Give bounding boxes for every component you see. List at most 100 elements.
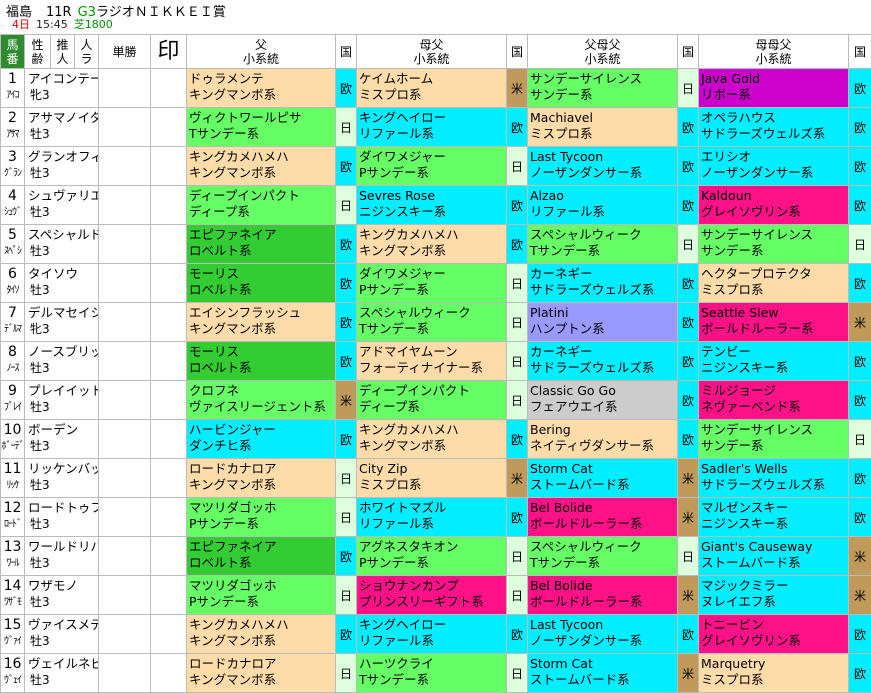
table-row[interactable]: 7 ﾃﾞﾙﾏ デルマセイシ 牝3 エイシンフラッシュ キングマンボ系欧 スペシャ… <box>1 303 871 342</box>
mark-cell[interactable] <box>151 225 187 264</box>
col-ninki[interactable]: 人ラ <box>75 35 99 69</box>
col-tansho[interactable]: 単勝 <box>99 35 151 69</box>
tansho-cell <box>99 186 151 225</box>
horse-abbr: ﾎﾞｰﾃﾞ <box>1 441 24 453</box>
table-row[interactable]: 6 ﾀｲｿ タイソウ 牡3 モーリス ロベルト系欧 ダイワメジャー Pサンデー系… <box>1 264 871 303</box>
col-suisho[interactable]: 推人 <box>51 35 75 69</box>
mark-cell[interactable] <box>151 69 187 108</box>
table-row[interactable]: 15 ｳﾞｧｲ ヴァイスメテオール 牡3 キングカメハメハ キングマンボ系欧 キ… <box>1 615 871 654</box>
tansho-cell <box>99 264 151 303</box>
table-row[interactable]: 14 ﾜｻﾞﾓ ワザモノ 牡3 マツリダゴッホ Pサンデー系日 ショウナンカンプ… <box>1 576 871 615</box>
mark-cell[interactable] <box>151 108 187 147</box>
table-row[interactable]: 3 ｸﾞﾗﾝ グランオフィシエ 牡3 キングカメハメハ キングマンボ系欧 ダイワ… <box>1 147 871 186</box>
col-dam-sire[interactable]: 母父小系統 <box>357 35 507 69</box>
mark-cell[interactable] <box>151 186 187 225</box>
horse-name[interactable]: グランオフィシエ <box>28 149 98 165</box>
sire-of-dam-sire-cell: Bel Bolide ボールドルーラー系 <box>528 498 678 537</box>
horse-name-cell[interactable]: アサマノイタズラ 牡3 <box>25 108 99 147</box>
table-row[interactable]: 5 ｽﾍﾟｼ スペシャルドラマ 牡3 エピファネイア ロベルト系欧 キングカメハ… <box>1 225 871 264</box>
dam-dam-sire-country: 欧 <box>849 264 871 303</box>
horse-name-cell[interactable]: デルマセイシ 牝3 <box>25 303 99 342</box>
sire-of-dam-sire-country: 米 <box>678 576 699 615</box>
table-row[interactable]: 11 ﾘｯｹ リッケンバッカー 牡3 ロードカナロア キングマンボ系日 City… <box>1 459 871 498</box>
horse-name[interactable]: ボーデン <box>28 422 98 438</box>
horse-name-cell[interactable]: アイコンテーラー 牝3 <box>25 69 99 108</box>
table-row[interactable]: 12 ﾛｰﾄﾞ ロードトゥフェイム 牡3 マツリダゴッホ Pサンデー系日 ホワイ… <box>1 498 871 537</box>
sire-name: ヴィクトワールピサ <box>189 110 335 126</box>
col-sire-of-dam-sire[interactable]: 父母父小系統 <box>528 35 678 69</box>
horse-name-cell[interactable]: ヴェイルネビュラ 牡3 <box>25 654 99 693</box>
horse-name-cell[interactable]: ワザモノ 牡3 <box>25 576 99 615</box>
mark-cell[interactable] <box>151 537 187 576</box>
horse-name-cell[interactable]: プレイイットサム 牡3 <box>25 381 99 420</box>
horse-name[interactable]: ワールドリバイバル <box>28 539 98 555</box>
horse-number: 15 <box>1 617 24 633</box>
mark-cell[interactable] <box>151 459 187 498</box>
table-row[interactable]: 8 ﾉｰｽ ノースブリッジ 牡3 モーリス ロベルト系欧 アドマイヤムーン フォ… <box>1 342 871 381</box>
col-country-3[interactable]: 国 <box>678 35 699 69</box>
horse-name[interactable]: ワザモノ <box>28 578 98 594</box>
table-row[interactable]: 13 ﾜｰﾙ ワールドリバイバル 牡3 エピファネイア ロベルト系欧 アグネスタ… <box>1 537 871 576</box>
horse-name[interactable]: デルマセイシ <box>28 305 98 321</box>
mark-cell[interactable] <box>151 576 187 615</box>
table-row[interactable]: 16 ｳﾞｪｲ ヴェイルネビュラ 牡3 ロードカナロア キングマンボ系日 ハーツ… <box>1 654 871 693</box>
dam-sire-country: 欧 <box>507 420 528 459</box>
mark-cell[interactable] <box>151 264 187 303</box>
horse-name[interactable]: ヴァイスメテオール <box>28 617 98 633</box>
horse-name[interactable]: タイソウ <box>28 266 98 282</box>
mark-cell[interactable] <box>151 498 187 537</box>
sire-of-dam-sire-line: サドラーズウェルズ系 <box>530 282 677 298</box>
table-row[interactable]: 2 ｱｻﾏ アサマノイタズラ 牡3 ヴィクトワールピサ Tサンデー系日 キングヘ… <box>1 108 871 147</box>
horse-name[interactable]: アサマノイタズラ <box>28 110 98 126</box>
tansho-cell <box>99 381 151 420</box>
mark-cell[interactable] <box>151 615 187 654</box>
horse-name-cell[interactable]: ボーデン 牡3 <box>25 420 99 459</box>
sire-line: ロベルト系 <box>189 282 335 298</box>
sire-of-dam-sire-name: スペシャルウィーク <box>530 539 677 555</box>
mark-cell[interactable] <box>151 420 187 459</box>
dam-dam-sire-name: Seattle Slew <box>701 305 848 321</box>
horse-name-cell[interactable]: リッケンバッカー 牡3 <box>25 459 99 498</box>
mark-cell[interactable] <box>151 381 187 420</box>
horse-name-cell[interactable]: シュヴァリエローズ 牡3 <box>25 186 99 225</box>
col-dam-dam-sire[interactable]: 母母父小系統 <box>699 35 849 69</box>
col-mark[interactable]: 印 <box>151 35 187 69</box>
dam-dam-sire-country: 欧 <box>849 381 871 420</box>
tansho-cell <box>99 576 151 615</box>
table-row[interactable]: 10 ﾎﾞｰﾃﾞ ボーデン 牡3 ハービンジャー ダンチヒ系欧 キングカメハメハ… <box>1 420 871 459</box>
horse-name-cell[interactable]: ノースブリッジ 牡3 <box>25 342 99 381</box>
horse-name[interactable]: プレイイットサム <box>28 383 98 399</box>
mark-cell[interactable] <box>151 303 187 342</box>
horse-name[interactable]: ノースブリッジ <box>28 344 98 360</box>
mark-cell[interactable] <box>151 342 187 381</box>
horse-name[interactable]: シュヴァリエローズ <box>28 188 98 204</box>
horse-name-cell[interactable]: ワールドリバイバル 牡3 <box>25 537 99 576</box>
horse-name-cell[interactable]: スペシャルドラマ 牡3 <box>25 225 99 264</box>
mark-cell[interactable] <box>151 654 187 693</box>
horse-name[interactable]: アイコンテーラー <box>28 71 98 87</box>
col-country-4[interactable]: 国 <box>849 35 871 69</box>
horse-name[interactable]: ヴェイルネビュラ <box>28 656 98 672</box>
col-sex-age[interactable]: 性齢 <box>25 35 51 69</box>
col-umaban[interactable]: 馬番 <box>1 35 25 69</box>
mark-cell[interactable] <box>151 147 187 186</box>
col-country-1[interactable]: 国 <box>336 35 357 69</box>
col-sire[interactable]: 父小系統 <box>187 35 336 69</box>
sire-of-dam-sire-line: ストームバード系 <box>530 672 677 688</box>
table-row[interactable]: 9 ﾌﾟﾚｲ プレイイットサム 牡3 クロフネ ヴァイスリージェント系米 ディー… <box>1 381 871 420</box>
horse-name[interactable]: ロードトゥフェイム <box>28 500 98 516</box>
table-row[interactable]: 4 ｼｭｳﾞ シュヴァリエローズ 牡3 ディープインパクト ディープ系日 Sev… <box>1 186 871 225</box>
dam-sire-name: ショウナンカンプ <box>359 578 506 594</box>
sire-country: 日 <box>336 108 357 147</box>
horse-name-cell[interactable]: ヴァイスメテオール 牡3 <box>25 615 99 654</box>
table-row[interactable]: 1 ｱｲｺ アイコンテーラー 牝3 ドゥラメンテ キングマンボ系欧 ケイムホーム… <box>1 69 871 108</box>
horse-name[interactable]: リッケンバッカー <box>28 461 98 477</box>
horse-name[interactable]: スペシャルドラマ <box>28 227 98 243</box>
horse-number-cell: 15 ｳﾞｧｲ <box>1 615 25 654</box>
dam-dam-sire-country: 米 <box>849 576 871 615</box>
horse-name-cell[interactable]: ロードトゥフェイム 牡3 <box>25 498 99 537</box>
col-country-2[interactable]: 国 <box>507 35 528 69</box>
horse-name-cell[interactable]: グランオフィシエ 牡3 <box>25 147 99 186</box>
horse-name-cell[interactable]: タイソウ 牡3 <box>25 264 99 303</box>
horse-number-cell: 13 ﾜｰﾙ <box>1 537 25 576</box>
